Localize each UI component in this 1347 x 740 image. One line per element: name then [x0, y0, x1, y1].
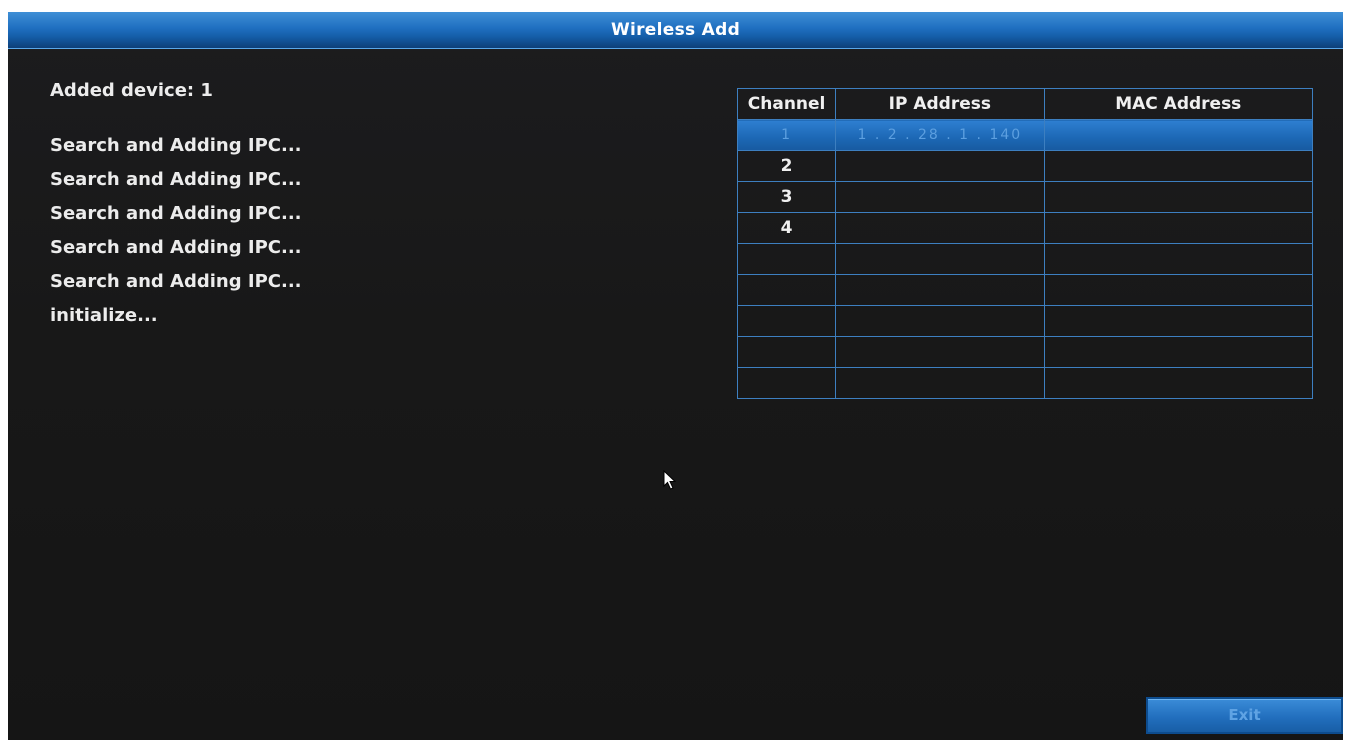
ip-address-cell	[835, 305, 1045, 337]
table-row[interactable]: 1 1 . 2 . 28 . 1 . 140	[736, 119, 1314, 151]
added-device-count: Added device: 1	[50, 80, 213, 101]
table-row[interactable]	[736, 305, 1314, 337]
mac-address-cell	[1043, 367, 1314, 399]
channel-cell: 4	[736, 212, 837, 244]
table-row[interactable]: 4	[736, 212, 1314, 244]
log-line: Search and Adding IPC...	[50, 203, 302, 224]
channel-cell: 2	[736, 150, 837, 182]
table-row[interactable]	[736, 243, 1314, 275]
log-line: initialize...	[50, 305, 158, 326]
status-panel: Added device: 1 Search and Adding IPC...…	[50, 76, 670, 333]
table-header-row: Channel IP Address MAC Address	[736, 88, 1314, 120]
ip-address-cell	[835, 181, 1045, 213]
column-header-ip-address: IP Address	[835, 88, 1045, 120]
ip-address-cell	[835, 212, 1045, 244]
mouse-pointer-icon	[663, 470, 677, 490]
ip-address-cell	[835, 243, 1045, 275]
table-row[interactable]	[736, 336, 1314, 368]
mac-address-cell	[1043, 274, 1314, 306]
status-log: Search and Adding IPC... Search and Addi…	[50, 129, 670, 333]
table-row[interactable]	[736, 367, 1314, 399]
mac-address-cell	[1043, 243, 1314, 275]
table-row[interactable]: 2	[736, 150, 1314, 182]
channel-cell	[736, 367, 837, 399]
ip-address-cell	[835, 150, 1045, 182]
mac-address-cell	[1043, 181, 1314, 213]
mac-address-cell	[1043, 336, 1314, 368]
title-bar: Wireless Add	[8, 12, 1343, 49]
column-header-channel: Channel	[736, 88, 837, 120]
wireless-add-screen: Wireless Add Added device: 1 Search and …	[8, 12, 1343, 740]
table-row[interactable]	[736, 274, 1314, 306]
log-line: Search and Adding IPC...	[50, 169, 302, 190]
table-row[interactable]: 3	[736, 181, 1314, 213]
channel-cell	[736, 305, 837, 337]
mac-address-cell	[1043, 212, 1314, 244]
ip-address-cell	[835, 367, 1045, 399]
mac-address-cell	[1043, 119, 1314, 151]
channel-cell	[736, 243, 837, 275]
mac-address-cell	[1043, 305, 1314, 337]
log-line: Search and Adding IPC...	[50, 237, 302, 258]
device-table: Channel IP Address MAC Address 1 1 . 2 .…	[736, 88, 1314, 399]
ip-address-cell	[835, 274, 1045, 306]
exit-button[interactable]: Exit	[1146, 697, 1343, 734]
log-line: Search and Adding IPC...	[50, 135, 302, 156]
ip-address-cell: 1 . 2 . 28 . 1 . 140	[835, 119, 1045, 151]
channel-cell: 1	[736, 119, 837, 151]
mac-address-cell	[1043, 150, 1314, 182]
column-header-mac-address: MAC Address	[1043, 88, 1314, 120]
ip-address-cell	[835, 336, 1045, 368]
window-title: Wireless Add	[610, 20, 741, 40]
log-line: Search and Adding IPC...	[50, 271, 302, 292]
channel-cell	[736, 336, 837, 368]
channel-cell	[736, 274, 837, 306]
channel-cell: 3	[736, 181, 837, 213]
